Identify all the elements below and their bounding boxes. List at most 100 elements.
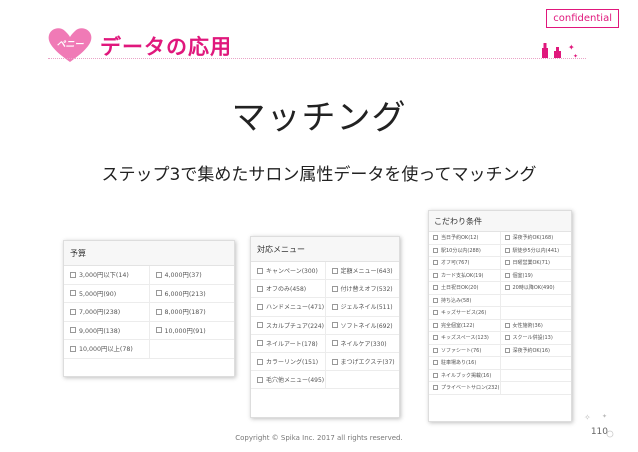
menu-option[interactable]: カラーリング(151) — [251, 353, 325, 370]
checkbox-icon[interactable] — [257, 358, 263, 365]
checkbox-icon[interactable] — [504, 347, 510, 353]
menu-option[interactable]: ソフトネイル(692) — [324, 316, 400, 334]
checkbox-icon[interactable] — [433, 322, 438, 328]
menu-option-label: まつげエクステ(37) — [340, 359, 395, 367]
kodawari-option[interactable]: 持ち込み(58) — [429, 295, 500, 307]
menu-option[interactable]: ハンドメニュー(471) — [251, 298, 325, 315]
checkbox-icon[interactable] — [257, 340, 263, 347]
checkbox-icon[interactable] — [433, 235, 438, 241]
checkbox-icon[interactable] — [504, 235, 510, 241]
kodawari-option[interactable]: 駐車場あり(16) — [429, 357, 500, 369]
kodawari-option-label: 個室(19) — [512, 272, 533, 279]
checkbox-icon[interactable] — [70, 290, 76, 297]
kodawari-option[interactable]: スクール併設(13) — [499, 332, 572, 344]
kodawari-option-label: 深夜予約OK(16) — [512, 347, 550, 354]
checkbox-icon[interactable] — [257, 303, 263, 310]
kodawari-option[interactable]: 深夜予約OK(168) — [499, 232, 572, 244]
confidential-badge: confidential — [546, 9, 619, 28]
checkbox-icon[interactable] — [70, 345, 76, 352]
checkbox-icon[interactable] — [433, 347, 438, 353]
checkbox-icon[interactable] — [155, 290, 162, 297]
menu-option[interactable]: スカルプチュア(224) — [251, 317, 325, 334]
budget-option[interactable]: 4,000円(37) — [148, 266, 235, 284]
budget-option — [148, 340, 235, 358]
budget-option[interactable]: 7,000円(238) — [64, 303, 149, 321]
checkbox-icon[interactable] — [504, 285, 510, 291]
budget-panel-title: 予算 — [64, 241, 234, 266]
checkbox-icon[interactable] — [433, 310, 438, 316]
budget-option-label: 8,000円(187) — [164, 309, 206, 317]
kodawari-option[interactable]: 日曜営業OK(71) — [499, 257, 572, 269]
kodawari-option[interactable]: 深夜予約OK(16) — [499, 344, 572, 356]
budget-option[interactable]: 8,000円(187) — [148, 303, 235, 321]
checkbox-icon[interactable] — [433, 335, 438, 341]
budget-option[interactable]: 10,000円以上(78) — [64, 340, 149, 358]
checkbox-icon[interactable] — [257, 285, 263, 292]
checkbox-icon[interactable] — [70, 271, 76, 278]
menu-row: キャンペーン(300) 定額メニュー(643) — [251, 262, 400, 281]
menu-option[interactable]: まつげエクステ(37) — [324, 352, 400, 371]
kodawari-option[interactable]: 土日祝日OK(20) — [429, 282, 500, 294]
svg-text:✦: ✦ — [602, 413, 607, 420]
kodawari-option[interactable]: キッズスペース(123) — [429, 332, 500, 344]
checkbox-icon[interactable] — [257, 267, 263, 274]
checkbox-icon[interactable] — [504, 322, 510, 328]
kodawari-option[interactable]: 当日予約OK(12) — [429, 232, 500, 244]
checkbox-icon[interactable] — [504, 260, 510, 266]
checkbox-icon[interactable] — [331, 358, 338, 365]
checkbox-icon[interactable] — [433, 372, 438, 378]
checkbox-icon[interactable] — [155, 271, 162, 278]
budget-option[interactable]: 6,000円(213) — [148, 284, 235, 302]
menu-option[interactable]: ネイルケア(330) — [324, 334, 400, 352]
menu-option[interactable]: ネイルアート(178) — [251, 335, 325, 352]
checkbox-icon[interactable] — [331, 285, 338, 292]
checkbox-icon[interactable] — [331, 267, 338, 274]
checkbox-icon[interactable] — [433, 285, 438, 291]
kodawari-option[interactable]: 駅徒歩5分以内(441) — [499, 244, 572, 256]
checkbox-icon[interactable] — [70, 327, 76, 334]
checkbox-icon[interactable] — [257, 322, 263, 329]
checkbox-icon[interactable] — [70, 308, 76, 315]
menu-option[interactable]: 付け替えオフ(532) — [324, 280, 400, 298]
menu-option[interactable]: 定額メニュー(643) — [324, 262, 400, 280]
menu-option[interactable]: オフのみ(458) — [251, 280, 325, 297]
checkbox-icon[interactable] — [155, 327, 162, 334]
kodawari-option[interactable]: 20時以降OK(490) — [499, 282, 572, 294]
menu-option[interactable]: キャンペーン(300) — [251, 262, 325, 279]
checkbox-icon[interactable] — [504, 272, 510, 278]
menu-option[interactable]: 毛穴他メニュー(495) — [251, 371, 325, 388]
kodawari-row: カード支払OK(19) 個室(19) — [429, 269, 572, 282]
checkbox-icon[interactable] — [331, 322, 338, 329]
checkbox-icon[interactable] — [504, 335, 510, 341]
checkbox-icon[interactable] — [433, 297, 438, 303]
kodawari-option[interactable]: 個室(19) — [499, 269, 572, 281]
checkbox-icon[interactable] — [155, 308, 162, 315]
checkbox-icon[interactable] — [257, 376, 263, 383]
checkbox-icon[interactable] — [433, 385, 438, 391]
checkbox-icon[interactable] — [433, 247, 438, 253]
kodawari-option[interactable]: オフ可(767) — [429, 257, 500, 269]
kodawari-option[interactable]: 女性施術(36) — [499, 319, 572, 331]
checkbox-icon[interactable] — [433, 360, 438, 366]
checkbox-icon[interactable] — [331, 340, 338, 347]
main-title: マッチング — [231, 98, 407, 138]
kodawari-option[interactable]: 完全個室(122) — [429, 320, 500, 332]
kodawari-option[interactable]: ネイルブック掲載(16) — [429, 370, 500, 382]
budget-option[interactable]: 10,000円(91) — [148, 321, 235, 339]
menu-option — [324, 371, 400, 389]
kodawari-option[interactable]: 駅10分以内(288) — [429, 245, 500, 257]
checkbox-icon[interactable] — [433, 260, 438, 266]
budget-option[interactable]: 3,000円以下(14) — [64, 266, 149, 284]
checkbox-icon[interactable] — [504, 247, 510, 253]
checkbox-icon[interactable] — [433, 272, 438, 278]
svg-text:✦: ✦ — [573, 53, 578, 60]
kodawari-option[interactable]: プライベートサロン(232) — [429, 382, 500, 394]
checkbox-icon[interactable] — [331, 303, 338, 310]
budget-option[interactable]: 5,000円(90) — [64, 285, 149, 303]
menu-option[interactable]: ジェルネイル(511) — [324, 298, 400, 316]
kodawari-option-label: スクール併設(13) — [512, 335, 553, 342]
kodawari-option[interactable]: カード支払OK(19) — [429, 270, 500, 282]
budget-option[interactable]: 9,000円(138) — [64, 322, 149, 340]
kodawari-option[interactable]: ソファシート(76) — [429, 345, 500, 357]
kodawari-option[interactable]: キッズサービス(26) — [429, 307, 500, 319]
